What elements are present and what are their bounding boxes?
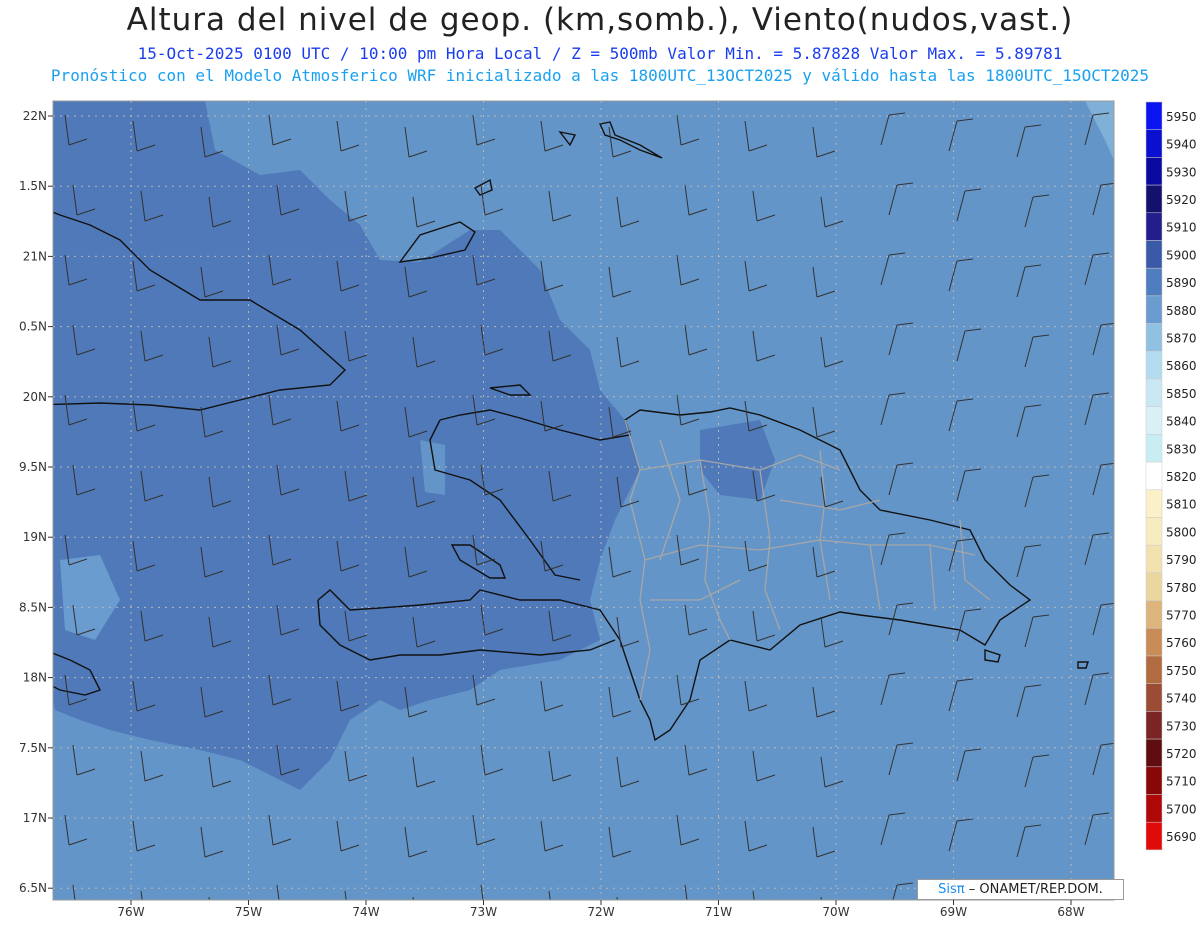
colorbar-label: 5910	[1166, 221, 1197, 235]
latitude-label: 7.5N	[19, 741, 47, 755]
colorbar-label: 5760	[1166, 636, 1197, 650]
colorbar-label: 5900	[1166, 248, 1197, 262]
wind-barb	[208, 896, 210, 900]
colorbar-label: 5770	[1166, 608, 1197, 622]
colorbar-swatch	[1145, 655, 1163, 684]
latitude-label: 17N	[23, 811, 47, 825]
longitude-label: 75W	[235, 905, 262, 919]
longitude-label: 74W	[352, 905, 379, 919]
colorbar-label: 5850	[1166, 387, 1197, 401]
colorbar-label: 5740	[1166, 692, 1197, 706]
colorbar: 5950 5940 5930 5920 5910 5900 5890 5880 5870 5860…	[1145, 101, 1197, 851]
colorbar-label: 5870	[1166, 331, 1197, 345]
colorbar-label: 5830	[1166, 442, 1197, 456]
colorbar-label: 5790	[1166, 553, 1197, 567]
colorbar-label: 5840	[1166, 415, 1197, 429]
latitude-label: 0.5N	[19, 320, 47, 334]
forecast-map: 22N 1.5N 21N 0.5N 20N 9.5N 19N 8.5N 18N 7.5N 17N 6.…	[19, 100, 1197, 919]
latitude-label: 19N	[23, 530, 47, 544]
longitude-label: 73W	[470, 905, 497, 919]
latitude-label: 20N	[23, 390, 47, 404]
colorbar-label: 5750	[1166, 664, 1197, 678]
colorbar-label: 5780	[1166, 581, 1197, 595]
colorbar-label: 5920	[1166, 193, 1197, 207]
colorbar-swatch	[1145, 406, 1163, 435]
longitude-label: 71W	[705, 905, 732, 919]
colorbar-label: 5890	[1166, 276, 1197, 290]
longitude-label: 68W	[1057, 905, 1084, 919]
colorbar-label: 5810	[1166, 498, 1197, 512]
colorbar-swatch	[1145, 461, 1163, 491]
colorbar-swatch	[1145, 295, 1163, 324]
colorbar-label: 5950	[1166, 110, 1197, 124]
longitude-label: 70W	[822, 905, 849, 919]
colorbar-swatch	[1145, 157, 1163, 186]
latitude-label: 21N	[23, 249, 47, 263]
colorbar-label: 5800	[1166, 525, 1197, 539]
latitude-label: 8.5N	[19, 600, 47, 614]
colorbar-label: 5940	[1166, 138, 1197, 152]
colorbar-label: 5720	[1166, 747, 1197, 761]
colorbar-swatch	[1145, 517, 1163, 546]
colorbar-swatch	[1145, 821, 1163, 851]
colorbar-swatch	[1145, 378, 1163, 407]
longitude-label: 72W	[587, 905, 614, 919]
colorbar-swatch	[1145, 683, 1163, 712]
colorbar-swatch	[1145, 323, 1163, 352]
colorbar-swatch	[1145, 101, 1163, 130]
colorbar-swatch	[1145, 434, 1163, 463]
sis-logo-text: Sisπ	[938, 882, 965, 897]
colorbar-swatch	[1145, 129, 1163, 158]
colorbar-label: 5860	[1166, 359, 1197, 373]
colorbar-swatch	[1145, 212, 1163, 241]
latitude-label: 22N	[23, 109, 47, 123]
colorbar-swatch	[1145, 544, 1163, 574]
latitude-label: 1.5N	[19, 179, 47, 193]
longitude-label: 69W	[940, 905, 967, 919]
colorbar-swatch	[1145, 240, 1163, 269]
longitude-labels: 76W 75W 74W 73W 72W 71W 70W 69W 68W	[117, 900, 1085, 919]
latitude-label: 18N	[23, 671, 47, 685]
wind-barb	[412, 896, 414, 900]
credit-box: Sisπ – ONAMET/REP.DOM.	[917, 879, 1124, 900]
colorbar-label: 5930	[1166, 165, 1197, 179]
colorbar-label: 5710	[1166, 775, 1197, 789]
longitude-label: 76W	[117, 905, 144, 919]
colorbar-label: 5690	[1166, 830, 1197, 844]
colorbar-swatch	[1145, 267, 1163, 297]
latitude-label: 9.5N	[19, 460, 47, 474]
colorbar-swatch	[1145, 711, 1163, 740]
colorbar-swatch	[1145, 351, 1163, 380]
colorbar-label: 5730	[1166, 719, 1197, 733]
colorbar-label: 5820	[1166, 470, 1197, 484]
colorbar-swatch	[1145, 794, 1163, 823]
latitude-label: 6.5N	[19, 881, 47, 895]
colorbar-swatch	[1145, 489, 1163, 518]
wind-barb	[616, 896, 618, 900]
colorbar-swatch	[1145, 766, 1163, 795]
colorbar-swatch	[1145, 600, 1163, 629]
colorbar-swatch	[1145, 738, 1163, 768]
colorbar-swatch	[1145, 572, 1163, 601]
colorbar-swatch	[1145, 628, 1163, 657]
latitude-labels: 22N 1.5N 21N 0.5N 20N 9.5N 19N 8.5N 18N 7.5N 17N 6.…	[19, 109, 53, 895]
colorbar-label: 5700	[1166, 802, 1197, 816]
colorbar-label: 5880	[1166, 304, 1197, 318]
credit-org: – ONAMET/REP.DOM.	[968, 882, 1103, 897]
colorbar-swatch	[1145, 184, 1163, 214]
